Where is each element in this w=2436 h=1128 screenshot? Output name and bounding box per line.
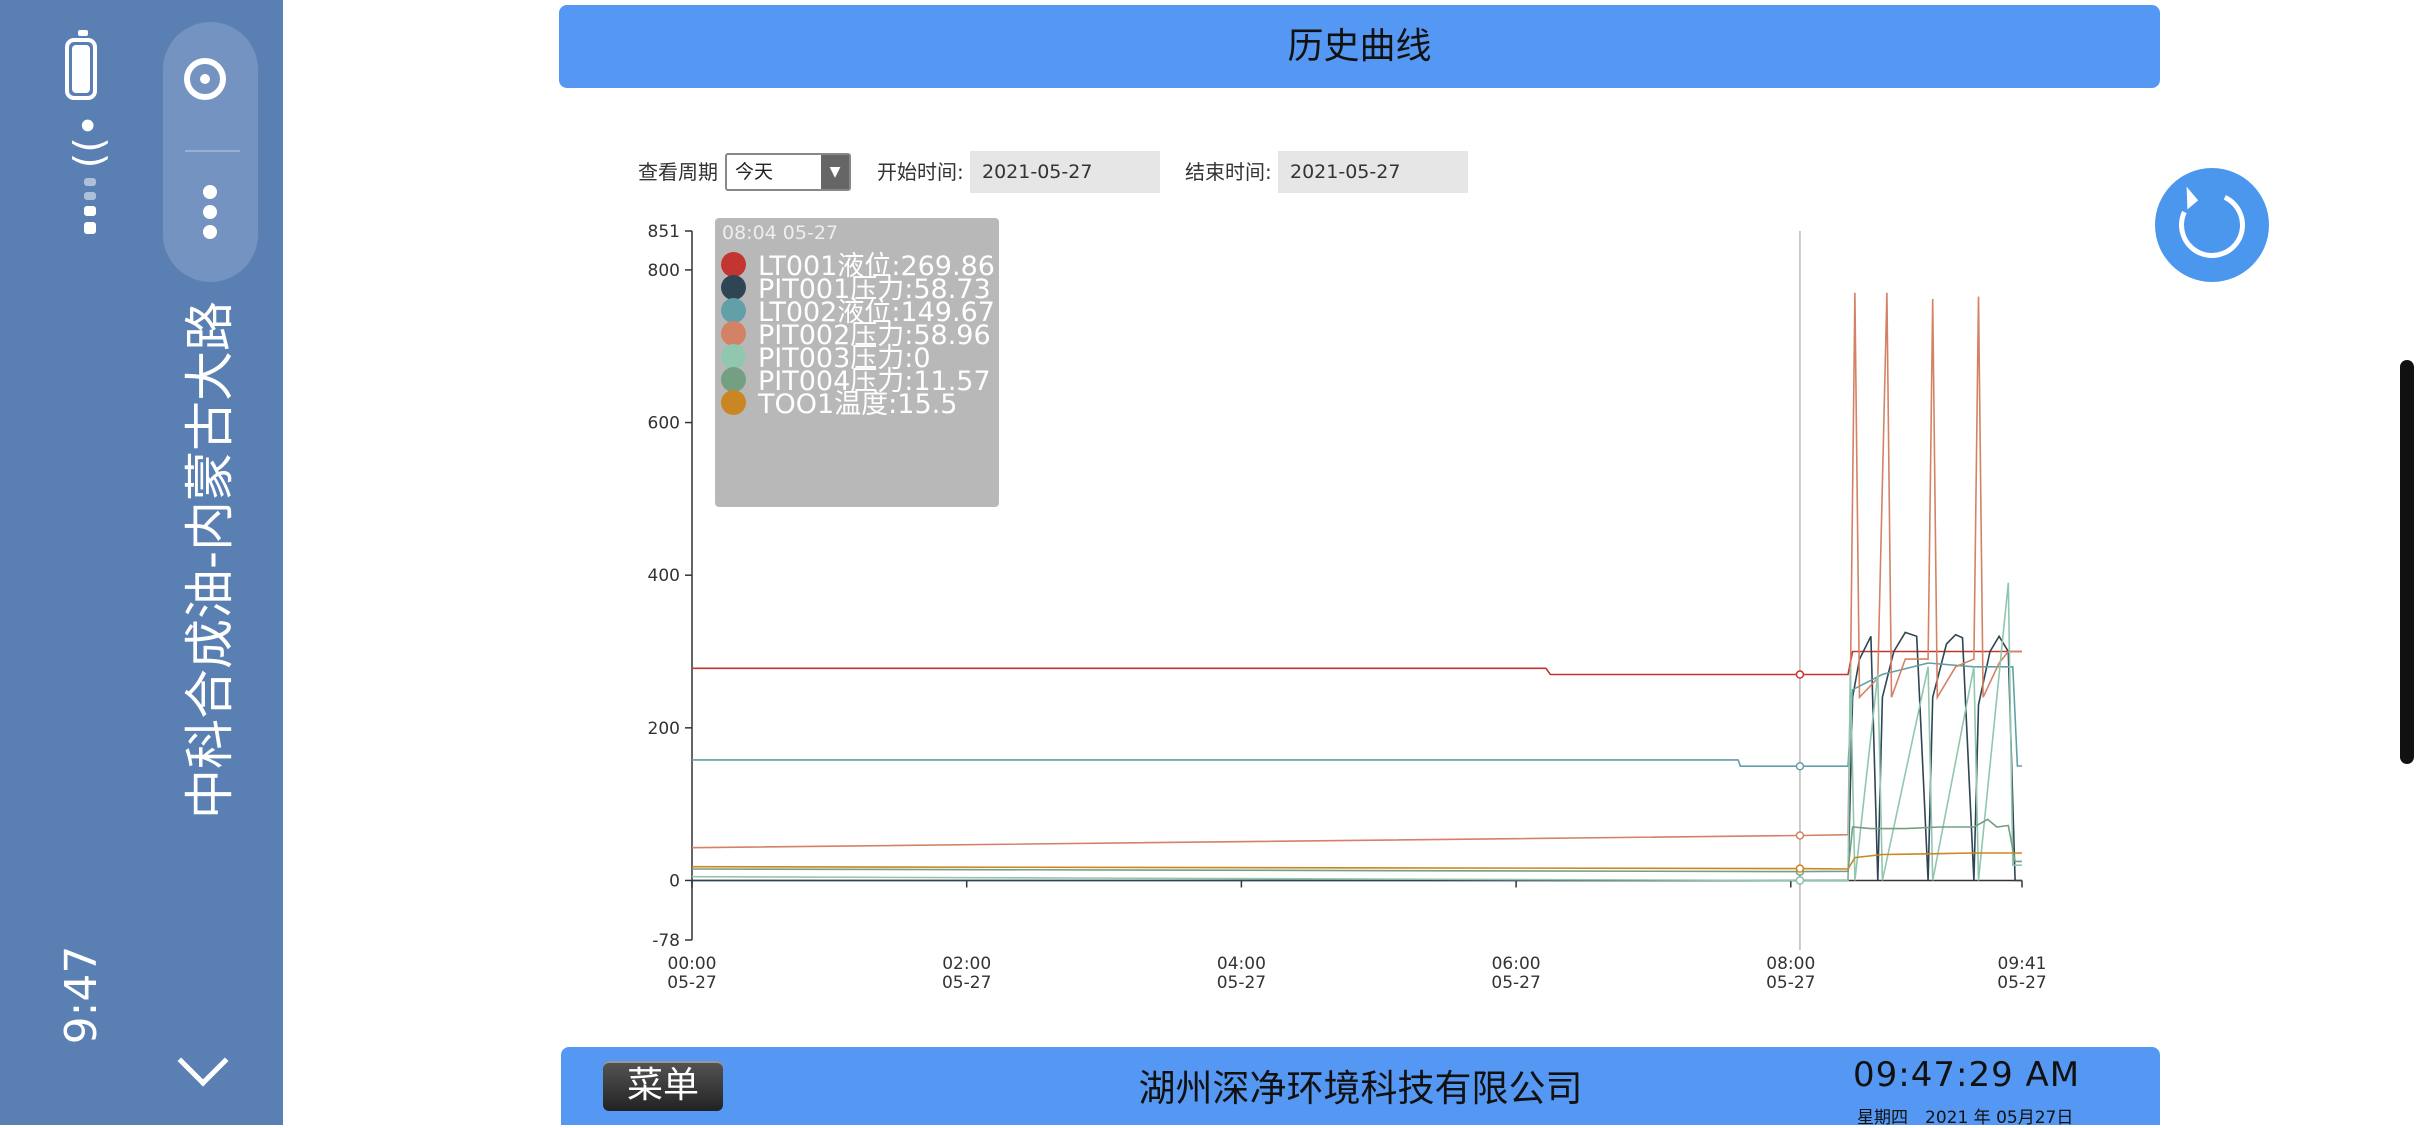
clock-time: 09:47:29 AM — [1853, 1055, 2081, 1095]
cursor-point — [1795, 761, 1805, 771]
refresh-button[interactable] — [2155, 168, 2269, 282]
more-options-icon[interactable] — [200, 185, 220, 245]
x-tick-label-date: 05-27 — [1217, 973, 1266, 993]
x-tick-label-date: 05-27 — [667, 973, 716, 993]
start-date-field[interactable]: 2021-05-27 — [970, 151, 1160, 193]
start-time-label: 开始时间: — [877, 160, 964, 184]
x-tick-label-time: 04:00 — [1217, 954, 1266, 974]
cellular-signal-icon — [70, 178, 100, 234]
period-label: 查看周期 — [638, 160, 718, 184]
tooltip-title: 08:04 05-27 — [722, 222, 839, 244]
x-tick-label-time: 02:00 — [942, 954, 991, 974]
cursor-point — [1795, 876, 1805, 885]
scrollbar[interactable] — [2400, 360, 2414, 764]
x-tick-label-time: 06:00 — [1492, 954, 1541, 974]
period-select[interactable]: 今天 ▼ — [725, 153, 851, 191]
pill-divider — [185, 150, 240, 152]
x-tick-label-date: 05-27 — [1491, 973, 1540, 993]
end-date-field[interactable]: 2021-05-27 — [1278, 151, 1468, 193]
battery-icon — [65, 30, 97, 100]
dropdown-arrow-icon[interactable]: ▼ — [821, 155, 849, 189]
series-line — [692, 650, 2022, 676]
cursor-point — [1795, 864, 1805, 873]
wifi-icon: ((• — [66, 113, 113, 169]
chart-tooltip: 08:04 05-27 LT001液位:269.86 PIT001压力:58.73… — [715, 218, 999, 507]
y-axis: -78 0 200 400 600 800 851 — [648, 222, 693, 951]
y-tick-label: 200 — [648, 719, 680, 739]
x-axis: 00:0005-2702:0005-2704:0005-2706:0005-27… — [667, 879, 2047, 993]
cursor-point — [1795, 670, 1805, 679]
record-target-icon[interactable] — [184, 58, 226, 100]
status-sidebar: ((• 中科合成油-内蒙古大路 9:47 — [0, 0, 283, 1125]
site-title: 中科合成油-内蒙古大路 — [181, 300, 239, 820]
x-tick-label-date: 05-27 — [1766, 973, 1815, 993]
tooltip-row-label: TOO1温度:15.5 — [758, 389, 958, 420]
series-line — [691, 852, 2022, 870]
y-tick-label: 400 — [648, 566, 680, 586]
x-tick-label-date: 05-27 — [1997, 973, 2046, 993]
clock-date: 星期四 2021 年 05月27日 — [1857, 1108, 2074, 1128]
x-tick-label-time: 09:41 — [1998, 954, 2047, 974]
series-line — [692, 662, 2022, 767]
tooltip-row: TOO1温度:15.5 — [721, 388, 957, 422]
series-line — [692, 631, 2022, 882]
x-tick-label-date: 05-27 — [942, 973, 991, 993]
y-tick-label: 851 — [648, 222, 680, 242]
cursor-point — [1795, 831, 1805, 840]
x-tick-label-time: 00:00 — [668, 954, 717, 974]
y-tick-label: 0 — [669, 871, 680, 891]
period-value: 今天 — [735, 161, 774, 183]
x-tick-label-time: 08:00 — [1766, 954, 1815, 974]
cursor-layer — [1795, 231, 1805, 950]
series-color-dot — [721, 390, 746, 415]
y-tick-label: 600 — [648, 414, 680, 434]
end-time-label: 结束时间: — [1185, 160, 1272, 184]
y-tick-label: -78 — [652, 931, 680, 951]
page-title: 历史曲线 — [559, 5, 2160, 88]
chevron-down-icon[interactable] — [177, 1035, 229, 1087]
y-tick-label: 800 — [648, 261, 680, 281]
footer-bar: 菜单 湖州深净环境科技有限公司 09:47:29 AM 星期四 2021 年 0… — [561, 1047, 2160, 1128]
status-time: 9:47 — [56, 945, 107, 1045]
